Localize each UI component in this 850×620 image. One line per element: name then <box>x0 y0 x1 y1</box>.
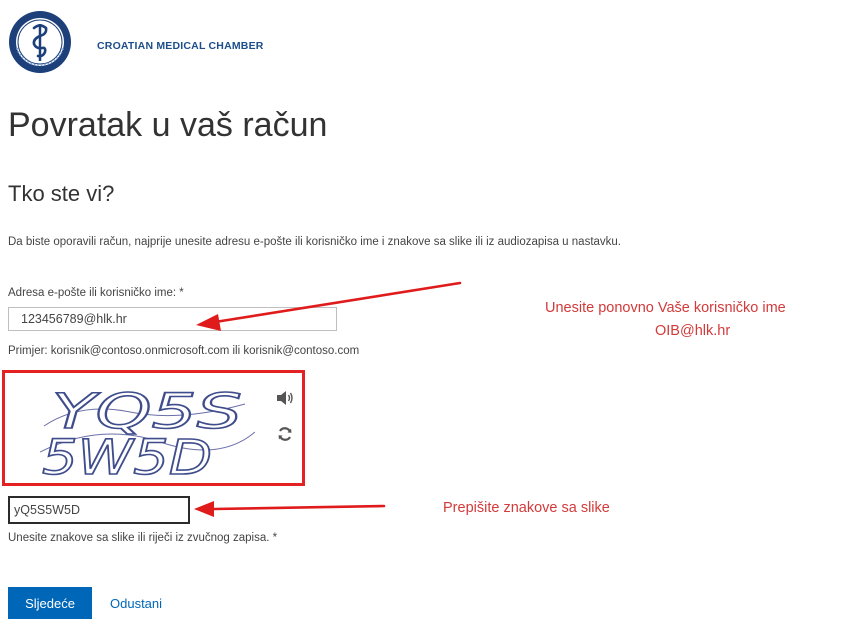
email-field[interactable] <box>8 307 337 331</box>
captcha-text-line2: 5W5D <box>42 430 212 480</box>
email-field-hint: Primjer: korisnik@contoso.onmicrosoft.co… <box>8 345 360 357</box>
annotation-username-line1: Unesite ponovno Vaše korisničko ime <box>545 300 786 316</box>
caduceus-seal-icon <box>9 11 71 73</box>
annotation-username-line2: OIB@hlk.hr <box>655 323 731 339</box>
captcha-image: YQ5S 5W5D <box>40 383 255 480</box>
refresh-icon[interactable] <box>277 426 293 442</box>
captcha-arrow-head <box>194 501 214 517</box>
speaker-icon[interactable] <box>276 390 294 406</box>
captcha-input[interactable] <box>8 496 190 524</box>
org-name: CROATIAN MEDICAL CHAMBER <box>97 40 264 52</box>
email-field-label: Adresa e-pošte ili korisničko ime: * <box>8 287 184 299</box>
next-button[interactable]: Sljedeće <box>8 587 92 619</box>
annotation-captcha-note: Prepišite znakove sa slike <box>443 500 610 516</box>
page-title: Povratak u vaš račun <box>8 106 328 144</box>
cancel-link[interactable]: Odustani <box>110 596 162 611</box>
captcha-arrow <box>212 504 386 511</box>
section-title: Tko ste vi? <box>8 181 115 206</box>
instructions-text: Da biste oporavili račun, najprije unesi… <box>8 236 621 248</box>
captcha-hint: Unesite znakove sa slike ili riječi iz z… <box>8 532 278 544</box>
